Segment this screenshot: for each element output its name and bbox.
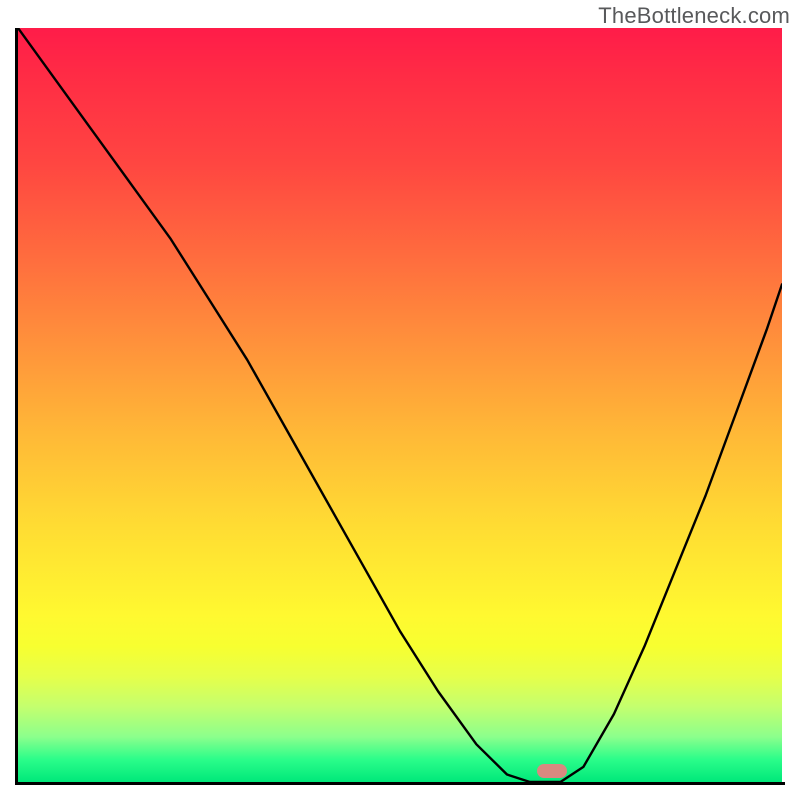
x-axis: [15, 782, 785, 785]
y-axis: [15, 28, 18, 785]
chart-container: { "watermark": "TheBottleneck.com", "col…: [0, 0, 800, 800]
bottleneck-curve: [18, 28, 782, 782]
watermark-text: TheBottleneck.com: [598, 3, 790, 29]
optimal-marker: [537, 764, 567, 778]
curve-path: [18, 28, 782, 782]
plot-area: [18, 28, 782, 782]
